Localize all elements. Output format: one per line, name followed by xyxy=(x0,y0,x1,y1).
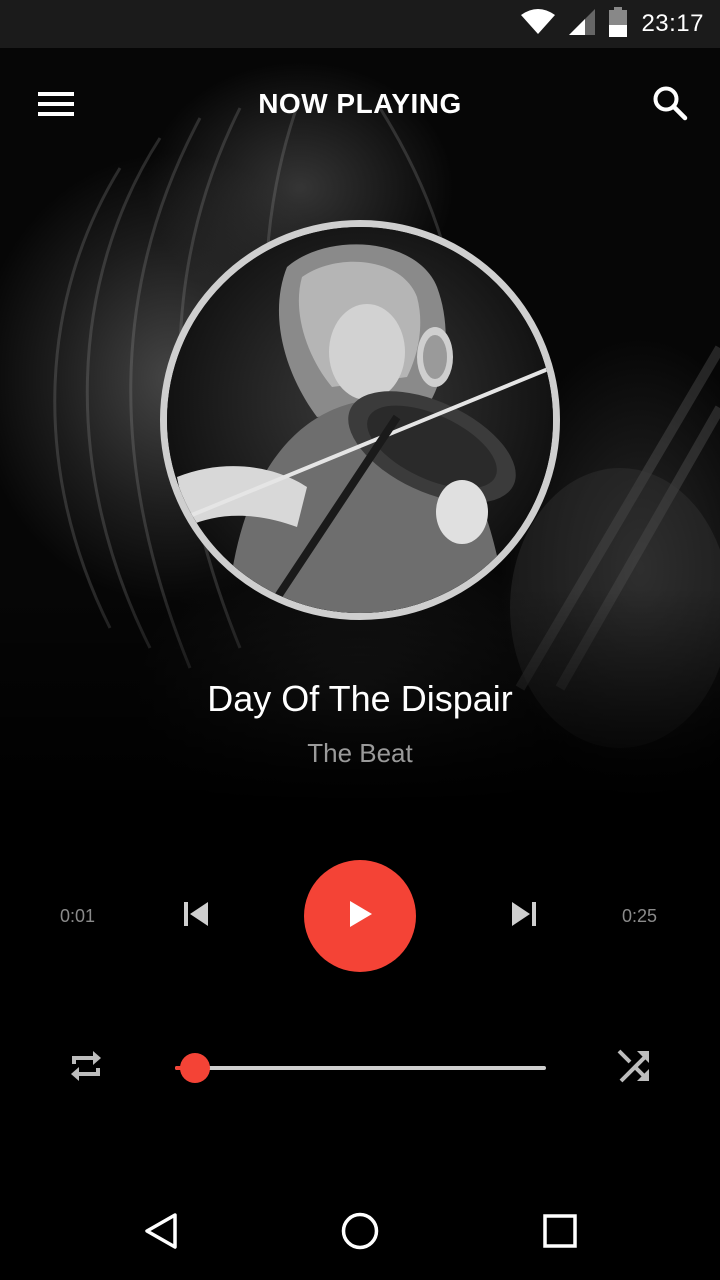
seek-bar[interactable] xyxy=(175,1052,546,1084)
home-icon xyxy=(340,1211,380,1256)
back-button[interactable] xyxy=(136,1208,186,1258)
seek-track xyxy=(175,1066,546,1070)
back-icon xyxy=(143,1212,179,1255)
app-bar: NOW PLAYING xyxy=(0,48,720,160)
skip-previous-icon xyxy=(182,901,210,932)
next-button[interactable] xyxy=(498,890,550,942)
cellular-signal-icon xyxy=(569,8,596,40)
repeat-icon xyxy=(66,1046,106,1091)
search-button[interactable] xyxy=(640,80,700,130)
battery-icon xyxy=(609,6,628,42)
status-time: 23:17 xyxy=(641,10,704,37)
play-button[interactable] xyxy=(304,860,416,972)
search-icon xyxy=(652,85,688,126)
elapsed-time: 0:01 xyxy=(60,906,96,926)
recents-icon xyxy=(542,1213,578,1254)
status-bar: 23:17 xyxy=(0,0,720,48)
shuffle-button[interactable] xyxy=(608,1042,660,1094)
album-artwork-illustration xyxy=(167,227,553,613)
skip-next-icon xyxy=(510,901,538,932)
seek-thumb[interactable] xyxy=(180,1053,211,1083)
home-button[interactable] xyxy=(335,1208,385,1258)
track-artist: The Beat xyxy=(307,738,413,768)
play-icon xyxy=(347,900,373,933)
track-title: Day Of The Dispair xyxy=(207,678,513,719)
system-nav-bar xyxy=(0,1184,720,1280)
previous-button[interactable] xyxy=(170,890,222,942)
recents-button[interactable] xyxy=(535,1208,585,1258)
shuffle-icon xyxy=(615,1047,653,1090)
album-art xyxy=(160,220,560,620)
total-time: 0:25 xyxy=(622,906,658,926)
wifi-icon xyxy=(521,8,556,40)
page-title: NOW PLAYING xyxy=(258,88,462,119)
now-playing-screen: 23:17 NOW PLAYING Day Of The Dispair The… xyxy=(0,0,720,1280)
repeat-button[interactable] xyxy=(60,1042,112,1094)
